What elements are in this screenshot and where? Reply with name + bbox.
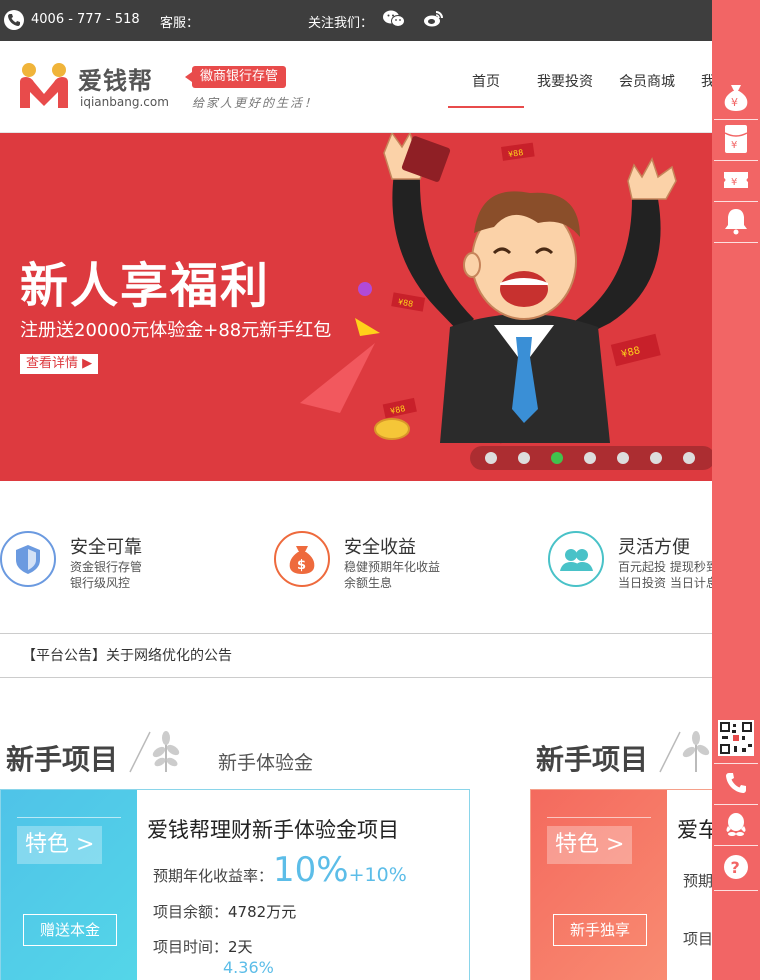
rate-value: 10% [273,850,349,890]
brand-domain: iqianbang.com [80,95,169,109]
feature-title: 灵活方便 [618,537,690,558]
carousel-dot[interactable] [683,452,695,464]
carousel-dot[interactable] [584,452,596,464]
floating-sidebar: ¥ ¥ ¥ ? [712,0,760,980]
promo-banner[interactable]: ¥88 ¥88 ¥88 ¥88 新人享福利 注册送20000元体验金+88元新手… [0,133,760,481]
site-header: 爱钱帮 iqianbang.com 徽商银行存管 给家人更好的生活！ 首页 我要… [0,41,760,133]
svg-text:¥: ¥ [731,140,737,151]
view-details-label: 查看详情 [26,356,79,371]
follow-us-label: 关注我们： [308,16,374,31]
bonus-principal-button[interactable]: 赠送本金 [23,914,117,946]
product-card-car[interactable]: 特色 > 新手独享 爱车 预期 项目 [530,789,730,980]
carousel-dot[interactable] [551,452,563,464]
balance-row: 项目余额：4782万元 [153,903,297,921]
bell-icon [723,207,749,239]
sidebar-qrcode[interactable] [714,716,758,764]
feature-title: 安全收益 [344,537,416,558]
feature-title: 安全可靠 [70,537,142,558]
play-arrow-icon: ▶ [82,356,93,371]
sidebar-red-envelope[interactable]: ¥ [714,121,758,161]
coupon-icon: ¥ [722,168,750,196]
product-title[interactable]: 爱钱帮理财新手体验金项目 [147,814,399,844]
wechat-icon[interactable] [383,10,405,32]
feature-badge[interactable]: 特色 > [17,826,103,864]
leaf-icon [658,728,716,778]
product-card-experience[interactable]: 特色 > 赠送本金 爱钱帮理财新手体验金项目 预期年化收益率：10%+10% 项… [0,789,470,980]
main-nav: 首页 我要投资 会员商城 我的 [448,41,742,133]
feature-badge[interactable]: 特色 > [547,826,633,864]
top-bar: 4006 - 777 - 518 客服： 关注我们： [0,0,760,41]
section-title-newbie: 新手项目 [6,743,119,776]
sidebar-notification[interactable] [714,203,758,243]
term-row: 项目时间：2天 [153,938,253,956]
newbie-exclusive-button[interactable]: 新手独享 [553,914,647,946]
brand-logo-icon[interactable] [18,60,70,112]
svg-text:¥: ¥ [731,177,737,188]
carousel-dot[interactable] [617,452,629,464]
red-envelope-icon: ¥ [724,124,748,158]
hotline-number: 4006 - 777 - 518 [31,12,140,27]
svg-text:¥: ¥ [731,96,738,109]
sidebar-qq[interactable] [714,806,758,846]
feature-strip: 安全可靠 资金银行存管 银行级风控 $ 安全收益 稳健预期年化收益 余额生息 灵活方… [0,481,760,634]
weibo-icon[interactable] [423,10,443,32]
feature-desc: 资金银行存管 银行级风控 [70,560,143,590]
brand-name: 爱钱帮 [78,67,153,95]
qr-code-icon [718,719,754,760]
section-title-newbie-2: 新手项目 [536,743,649,776]
nav-mall[interactable]: 会员商城 [606,41,688,133]
card-feature-panel: 特色 > 新手独享 [531,790,667,980]
qq-icon [725,811,747,841]
svg-text:$: $ [297,558,306,573]
help-icon: ? [722,853,750,885]
svg-text:?: ? [731,858,740,877]
money-bag-icon: ¥ [723,83,749,117]
platform-notice[interactable]: 【平台公告】关于网络优化的公告 [0,634,760,678]
rate-extra: 4.36% [223,958,274,977]
view-details-button[interactable]: 查看详情 ▶ [20,354,99,374]
sidebar-phone[interactable] [714,765,758,805]
rate-row: 预期 [683,872,714,890]
brand-slogan: 给家人更好的生活！ [192,96,319,110]
users-icon [548,531,604,587]
leaf-icon [128,728,186,778]
banner-subtitle: 注册送20000元体验金+88元新手红包 [20,320,332,341]
expected-rate-row: 预期年化收益率：10%+10% [153,850,407,890]
phone-icon [4,10,24,30]
section-subtitle-experience: 新手体验金 [218,752,314,774]
sidebar-coupon[interactable]: ¥ [714,162,758,202]
carousel-indicator [470,446,715,470]
rate-bonus: +10% [348,864,407,886]
banner-title: 新人享福利 [20,258,271,314]
feature-desc: 稳健预期年化收益 余额生息 [344,560,441,590]
carousel-dot[interactable] [650,452,662,464]
carousel-dot[interactable] [485,452,497,464]
shield-icon [0,531,56,587]
phone-icon [724,771,748,799]
nav-invest[interactable]: 我要投资 [524,41,606,133]
balance-row: 项目 [683,930,714,948]
banner-illustration: ¥88 ¥88 ¥88 ¥88 [300,133,677,444]
sidebar-money-bag[interactable]: ¥ [714,80,758,120]
feature-desc: 百元起投 提现秒到 当日投资 当日计息 [618,560,718,590]
money-bag-icon: $ [274,531,330,587]
sidebar-help[interactable]: ? [714,847,758,891]
card-feature-panel: 特色 > 赠送本金 [1,790,137,980]
customer-service-label: 客服： [160,16,200,31]
nav-home[interactable]: 首页 [448,41,524,133]
carousel-dot[interactable] [518,452,530,464]
bank-custody-tag: 徽商银行存管 [184,66,287,88]
